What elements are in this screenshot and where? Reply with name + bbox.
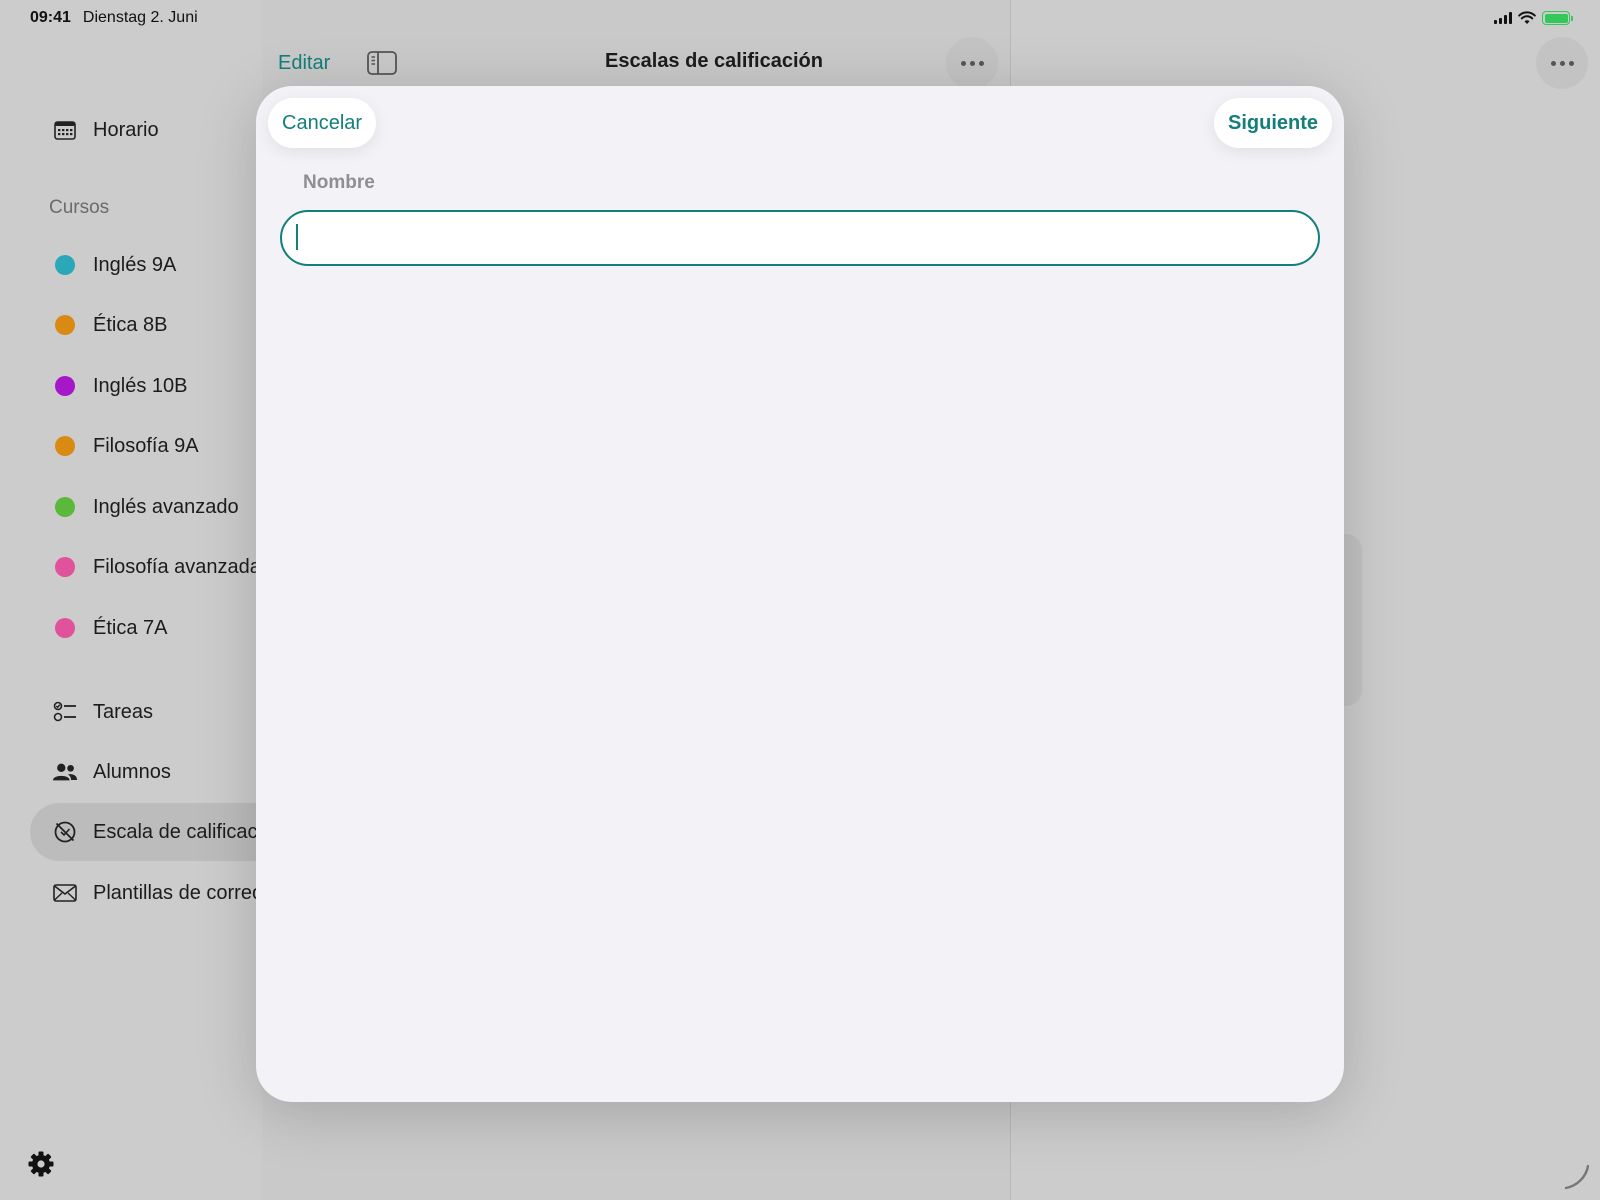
course-color-dot [55, 255, 75, 275]
status-indicators [1494, 11, 1573, 25]
text-cursor [296, 224, 298, 250]
sidebar-item-grading-scale[interactable]: Escala de calificación [30, 803, 262, 861]
status-time: 09:41 [30, 9, 71, 26]
courses-section-label: Cursos [49, 197, 110, 218]
sidebar-item-label: Ética 8B [93, 313, 168, 336]
detail-more-options-button[interactable] [1536, 37, 1588, 89]
sidebar-item-course[interactable]: Ética 7A [30, 599, 262, 657]
envelope-icon [52, 880, 78, 906]
sidebar-item-label: Inglés 9A [93, 253, 177, 276]
status-bar: 09:41 Dienstag 2. Juni [0, 0, 1600, 36]
sidebar-item-email-templates[interactable]: Plantillas de correo [30, 864, 262, 922]
next-button[interactable]: Siguiente [1213, 98, 1332, 148]
new-grading-scale-sheet: Cancelar Siguiente Nombre [256, 86, 1344, 1102]
course-color-dot [55, 376, 75, 396]
name-input[interactable] [280, 210, 1320, 266]
checklist-icon [52, 699, 78, 725]
sidebar-item-label: Horario [93, 118, 159, 141]
sidebar-item-students[interactable]: Alumnos [30, 743, 262, 801]
sidebar-item-label: Alumnos [93, 760, 171, 783]
grading-scale-icon [52, 819, 78, 845]
more-options-button[interactable] [946, 37, 998, 89]
ellipsis-icon [1550, 60, 1556, 66]
name-field-label: Nombre [303, 172, 375, 193]
sidebar-item-label: Inglés avanzado [93, 495, 239, 518]
wifi-icon [1518, 11, 1536, 24]
sidebar-item-label: Escala de calificación [93, 820, 262, 843]
status-date: Dienstag 2. Juni [82, 9, 198, 26]
sidebar-item-label: Plantillas de correo [93, 881, 262, 904]
course-color-dot [55, 497, 75, 517]
page-title: Escalas de calificación [605, 50, 823, 72]
people-icon [52, 759, 78, 785]
ellipsis-icon [960, 60, 966, 66]
course-color-dot [55, 557, 75, 577]
cellular-signal-icon [1494, 12, 1512, 24]
cancel-button[interactable]: Cancelar [268, 98, 377, 148]
course-color-dot [55, 315, 75, 335]
sidebar-toggle-icon[interactable] [367, 51, 397, 75]
sidebar-item-course[interactable]: Ética 8B [30, 296, 262, 354]
battery-icon [1542, 11, 1573, 25]
sidebar-item-label: Inglés 10B [93, 374, 188, 397]
sidebar-item-tasks[interactable]: Tareas [30, 683, 262, 741]
sidebar-item-course[interactable]: Filosofía avanzada [30, 538, 262, 596]
sidebar-item-label: Filosofía 9A [93, 434, 199, 457]
sidebar-item-course[interactable]: Filosofía 9A [30, 417, 262, 475]
sidebar-item-course[interactable]: Inglés 9A [30, 236, 262, 294]
course-color-dot [55, 618, 75, 638]
sidebar-item-schedule[interactable]: Horario [30, 101, 262, 159]
sidebar-item-label: Ética 7A [93, 616, 168, 639]
sidebar-item-label: Filosofía avanzada [93, 555, 261, 578]
sidebar-item-label: Tareas [93, 700, 154, 723]
sidebar-item-course[interactable]: Inglés 10B [30, 357, 262, 415]
course-color-dot [55, 436, 75, 456]
sidebar-item-course[interactable]: Inglés avanzado [30, 478, 262, 536]
resize-handle-icon[interactable] [1562, 1162, 1592, 1192]
edit-button[interactable]: Editar [278, 52, 330, 75]
calendar-icon [52, 117, 78, 143]
gear-icon[interactable] [27, 1150, 55, 1178]
